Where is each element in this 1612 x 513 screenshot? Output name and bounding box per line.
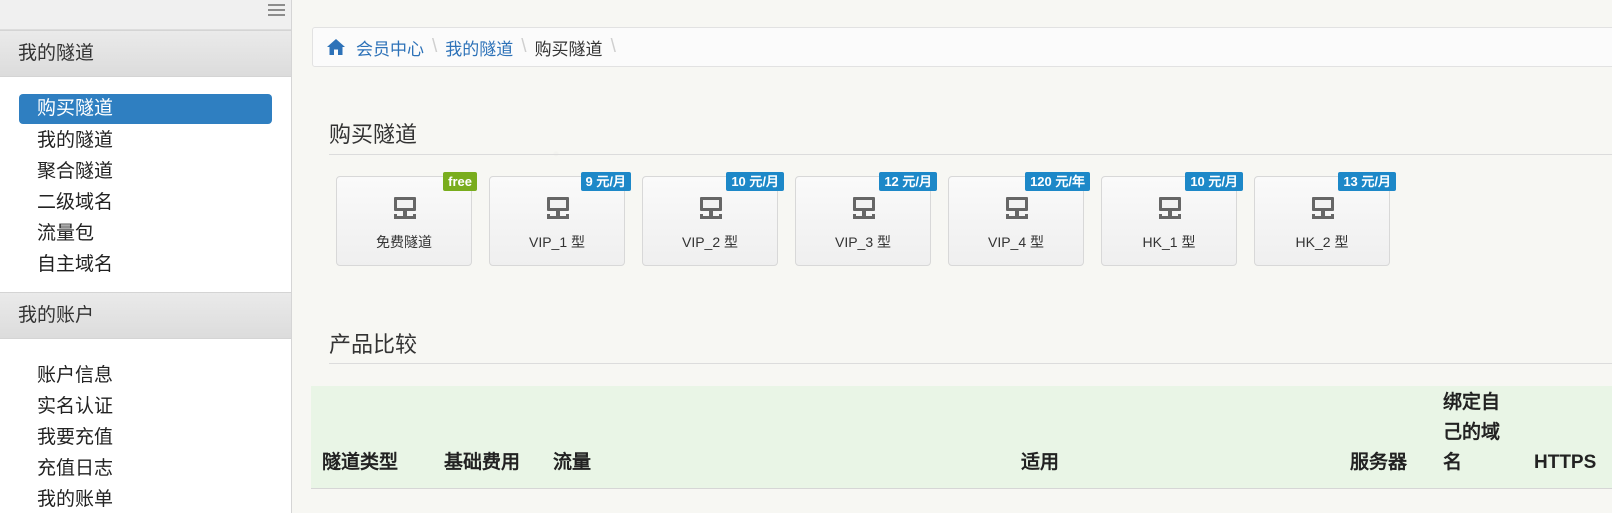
- tunnel-product-list: free 免费隧道 9 元/月 VIP_1 型 10 元/月 VIP_2 型 1…: [336, 172, 1396, 266]
- sidebar-item-bills[interactable]: 我的账单: [19, 484, 272, 513]
- product-tile-vip1[interactable]: 9 元/月 VIP_1 型: [489, 172, 631, 266]
- product-tile-vip2[interactable]: 10 元/月 VIP_2 型: [642, 172, 784, 266]
- product-tile-hk1[interactable]: 10 元/月 HK_1 型: [1101, 172, 1243, 266]
- sidebar-toggle[interactable]: [0, 0, 291, 30]
- computer-icon: [1310, 195, 1336, 221]
- column-header-traffic: 流量: [553, 452, 592, 473]
- sidebar-header-tunnels[interactable]: 我的隧道: [0, 30, 291, 77]
- price-badge: 120 元/年: [1025, 172, 1090, 191]
- computer-icon: [1157, 195, 1183, 221]
- comparison-table: 隧道类型 基础费用 流量 适用 服务器 绑定自己的域名 HTTPS: [311, 386, 1612, 513]
- product-tile-vip4[interactable]: 120 元/年 VIP_4 型: [948, 172, 1090, 266]
- product-tile-hk2[interactable]: 13 元/月 HK_2 型: [1254, 172, 1396, 266]
- compare-divider: [329, 363, 1612, 364]
- breadcrumb-separator: \: [432, 36, 438, 57]
- product-label: VIP_2 型: [681, 234, 739, 250]
- computer-icon: [545, 195, 571, 221]
- price-badge: 10 元/月: [726, 172, 784, 191]
- column-header-server: 服务器: [1350, 452, 1408, 473]
- menu-collapse-icon[interactable]: [268, 4, 285, 16]
- sidebar: 我的隧道 购买隧道 我的隧道 聚合隧道 二级域名 流量包 自主域名 我的账户 账…: [0, 0, 292, 513]
- section-title-compare: 产品比较: [329, 332, 418, 357]
- computer-icon: [1004, 195, 1030, 221]
- product-label: VIP_3 型: [834, 234, 892, 250]
- sidebar-item-verification[interactable]: 实名认证: [19, 391, 272, 422]
- price-badge: 10 元/月: [1185, 172, 1243, 191]
- breadcrumb-member-center[interactable]: 会员中心: [356, 35, 424, 60]
- breadcrumb-current: 购买隧道: [534, 39, 603, 59]
- sidebar-item-subdomain[interactable]: 二级域名: [19, 187, 272, 218]
- column-header-https: HTTPS: [1534, 452, 1597, 473]
- sidebar-item-buy-tunnel[interactable]: 购买隧道: [19, 94, 272, 124]
- column-header-type: 隧道类型: [322, 452, 399, 473]
- computer-icon: [698, 195, 724, 221]
- product-label: VIP_4 型: [987, 234, 1045, 250]
- breadcrumb-my-tunnels[interactable]: 我的隧道: [445, 35, 513, 60]
- sidebar-item-account-info[interactable]: 账户信息: [19, 360, 272, 391]
- sidebar-item-traffic-pack[interactable]: 流量包: [19, 218, 272, 249]
- page-title: 购买隧道: [329, 122, 418, 147]
- column-header-usage: 适用: [1021, 452, 1060, 473]
- product-label: VIP_1 型: [528, 234, 586, 250]
- sidebar-item-aggregate-tunnels[interactable]: 聚合隧道: [19, 156, 272, 187]
- product-tile-vip3[interactable]: 12 元/月 VIP_3 型: [795, 172, 937, 266]
- price-badge: 9 元/月: [580, 172, 631, 191]
- sidebar-item-custom-domain[interactable]: 自主域名: [19, 249, 272, 280]
- product-tile-free[interactable]: free 免费隧道: [336, 172, 477, 266]
- home-icon[interactable]: [326, 38, 346, 56]
- product-label: HK_1 型: [1142, 234, 1196, 250]
- computer-icon: [392, 195, 418, 221]
- breadcrumb-separator: \: [521, 36, 527, 57]
- table-header-row: 隧道类型 基础费用 流量 适用 服务器 绑定自己的域名 HTTPS: [311, 386, 1612, 488]
- column-header-base-fee: 基础费用: [444, 452, 521, 473]
- column-header-bind-domain-text: 绑定自己的域名: [1443, 392, 1501, 473]
- price-badge: 12 元/月: [879, 172, 937, 191]
- sidebar-header-account[interactable]: 我的账户: [0, 292, 291, 339]
- table-divider: [311, 488, 1612, 489]
- column-header-bind-domain: 绑定自己的域名: [1432, 386, 1523, 488]
- price-badge: free: [443, 172, 477, 191]
- breadcrumb-separator: \: [610, 36, 616, 57]
- product-label: 免费隧道: [376, 234, 432, 250]
- sidebar-item-recharge[interactable]: 我要充值: [19, 422, 272, 453]
- account-menu: 账户信息 实名认证 我要充值 充值日志 我的账单: [0, 339, 291, 513]
- price-badge: 13 元/月: [1338, 172, 1396, 191]
- sidebar-item-recharge-log[interactable]: 充值日志: [19, 453, 272, 484]
- computer-icon: [851, 195, 877, 221]
- breadcrumb: 会员中心 \ 我的隧道 \ 购买隧道 \: [312, 27, 1612, 67]
- tunnel-menu: 购买隧道 我的隧道 聚合隧道 二级域名 流量包 自主域名: [0, 77, 291, 292]
- main-content: 会员中心 \ 我的隧道 \ 购买隧道 \ 购买隧道 free 免费隧道 9 元/…: [292, 0, 1612, 513]
- title-divider: [329, 154, 1612, 155]
- sidebar-item-my-tunnels[interactable]: 我的隧道: [19, 125, 272, 156]
- product-label: HK_2 型: [1295, 234, 1349, 250]
